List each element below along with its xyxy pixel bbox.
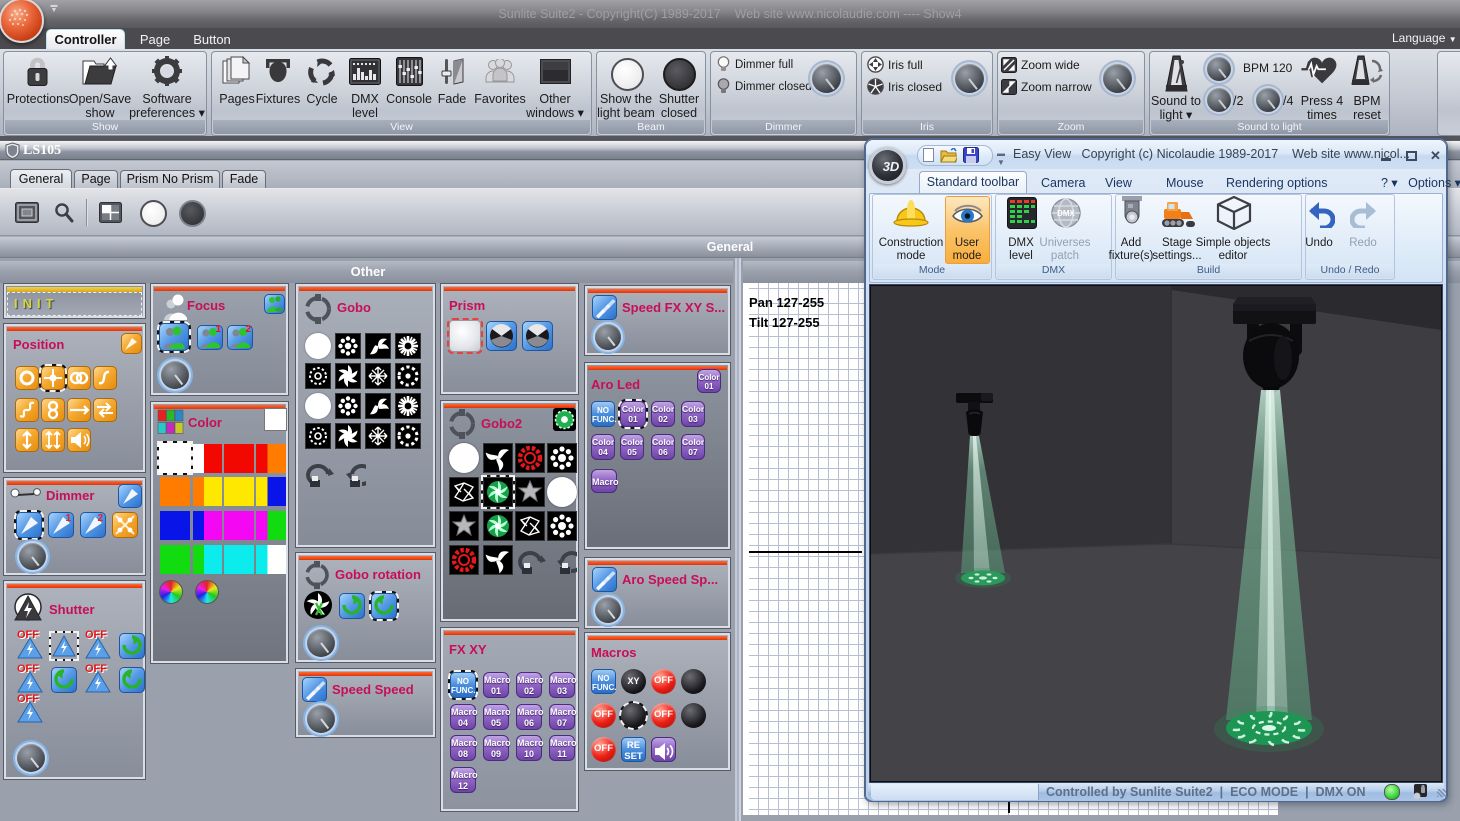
svg-text:DMX: DMX	[1057, 209, 1075, 218]
